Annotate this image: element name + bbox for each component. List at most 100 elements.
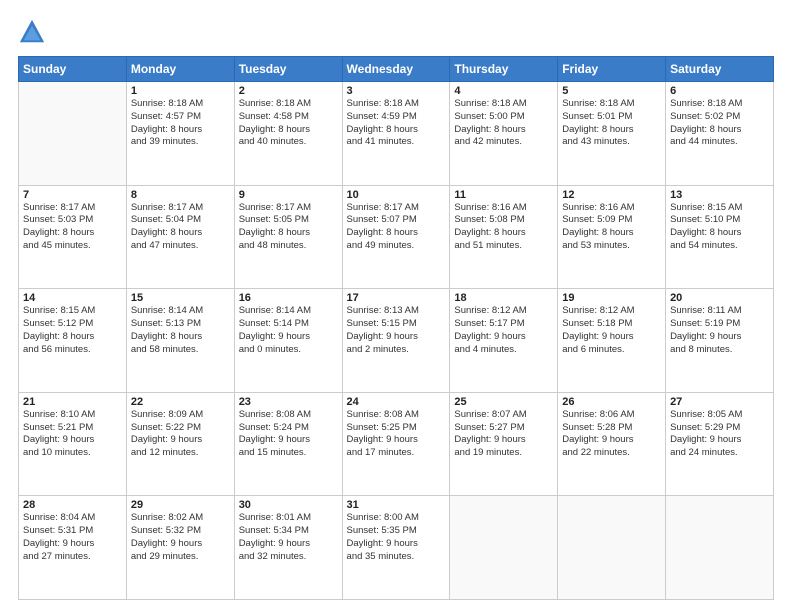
- sunset-text: Sunset: 5:05 PM: [239, 214, 338, 227]
- daylight-text-1: Daylight: 8 hours: [131, 331, 230, 344]
- sunrise-text: Sunrise: 8:17 AM: [239, 202, 338, 215]
- daylight-text-1: Daylight: 9 hours: [347, 331, 446, 344]
- calendar-week-4: 28 Sunrise: 8:04 AM Sunset: 5:31 PM Dayl…: [19, 496, 774, 600]
- calendar-cell: [558, 496, 666, 600]
- calendar-cell: 1 Sunrise: 8:18 AM Sunset: 4:57 PM Dayli…: [126, 82, 234, 186]
- daylight-text-2: and 6 minutes.: [562, 344, 661, 357]
- day-number: 1: [131, 85, 230, 97]
- sunset-text: Sunset: 4:57 PM: [131, 111, 230, 124]
- day-number: 2: [239, 85, 338, 97]
- day-number: 13: [670, 189, 769, 201]
- day-number: 15: [131, 292, 230, 304]
- calendar-week-3: 21 Sunrise: 8:10 AM Sunset: 5:21 PM Dayl…: [19, 392, 774, 496]
- daylight-text-1: Daylight: 9 hours: [454, 434, 553, 447]
- daylight-text-1: Daylight: 8 hours: [454, 227, 553, 240]
- calendar-cell: [666, 496, 774, 600]
- sunrise-text: Sunrise: 8:18 AM: [562, 98, 661, 111]
- daylight-text-1: Daylight: 8 hours: [23, 331, 122, 344]
- sunset-text: Sunset: 5:02 PM: [670, 111, 769, 124]
- sunrise-text: Sunrise: 8:07 AM: [454, 409, 553, 422]
- calendar-cell: 21 Sunrise: 8:10 AM Sunset: 5:21 PM Dayl…: [19, 392, 127, 496]
- day-number: 8: [131, 189, 230, 201]
- calendar-cell: 8 Sunrise: 8:17 AM Sunset: 5:04 PM Dayli…: [126, 185, 234, 289]
- sunset-text: Sunset: 5:35 PM: [347, 525, 446, 538]
- daylight-text-1: Daylight: 9 hours: [670, 434, 769, 447]
- calendar-header-friday: Friday: [558, 57, 666, 82]
- calendar-cell: 23 Sunrise: 8:08 AM Sunset: 5:24 PM Dayl…: [234, 392, 342, 496]
- daylight-text-2: and 10 minutes.: [23, 447, 122, 460]
- daylight-text-1: Daylight: 8 hours: [239, 124, 338, 137]
- day-number: 18: [454, 292, 553, 304]
- day-number: 20: [670, 292, 769, 304]
- sunrise-text: Sunrise: 8:15 AM: [23, 305, 122, 318]
- calendar-cell: 15 Sunrise: 8:14 AM Sunset: 5:13 PM Dayl…: [126, 289, 234, 393]
- sunset-text: Sunset: 5:15 PM: [347, 318, 446, 331]
- day-number: 29: [131, 499, 230, 511]
- sunset-text: Sunset: 5:04 PM: [131, 214, 230, 227]
- daylight-text-2: and 56 minutes.: [23, 344, 122, 357]
- day-number: 16: [239, 292, 338, 304]
- calendar-cell: 6 Sunrise: 8:18 AM Sunset: 5:02 PM Dayli…: [666, 82, 774, 186]
- day-number: 4: [454, 85, 553, 97]
- day-number: 17: [347, 292, 446, 304]
- daylight-text-2: and 54 minutes.: [670, 240, 769, 253]
- calendar-cell: 25 Sunrise: 8:07 AM Sunset: 5:27 PM Dayl…: [450, 392, 558, 496]
- calendar-cell: 19 Sunrise: 8:12 AM Sunset: 5:18 PM Dayl…: [558, 289, 666, 393]
- sunrise-text: Sunrise: 8:14 AM: [239, 305, 338, 318]
- daylight-text-1: Daylight: 9 hours: [239, 331, 338, 344]
- daylight-text-1: Daylight: 8 hours: [239, 227, 338, 240]
- day-number: 21: [23, 396, 122, 408]
- daylight-text-2: and 40 minutes.: [239, 136, 338, 149]
- daylight-text-2: and 45 minutes.: [23, 240, 122, 253]
- daylight-text-2: and 32 minutes.: [239, 551, 338, 564]
- calendar-cell: 9 Sunrise: 8:17 AM Sunset: 5:05 PM Dayli…: [234, 185, 342, 289]
- daylight-text-1: Daylight: 9 hours: [23, 538, 122, 551]
- sunrise-text: Sunrise: 8:18 AM: [239, 98, 338, 111]
- day-number: 14: [23, 292, 122, 304]
- day-number: 11: [454, 189, 553, 201]
- calendar-cell: 26 Sunrise: 8:06 AM Sunset: 5:28 PM Dayl…: [558, 392, 666, 496]
- daylight-text-2: and 49 minutes.: [347, 240, 446, 253]
- sunrise-text: Sunrise: 8:02 AM: [131, 512, 230, 525]
- daylight-text-1: Daylight: 9 hours: [239, 434, 338, 447]
- daylight-text-1: Daylight: 8 hours: [670, 124, 769, 137]
- logo: [18, 18, 50, 46]
- sunset-text: Sunset: 5:17 PM: [454, 318, 553, 331]
- daylight-text-1: Daylight: 8 hours: [454, 124, 553, 137]
- daylight-text-2: and 22 minutes.: [562, 447, 661, 460]
- daylight-text-1: Daylight: 9 hours: [239, 538, 338, 551]
- sunrise-text: Sunrise: 8:11 AM: [670, 305, 769, 318]
- calendar-header-saturday: Saturday: [666, 57, 774, 82]
- calendar-cell: 17 Sunrise: 8:13 AM Sunset: 5:15 PM Dayl…: [342, 289, 450, 393]
- sunset-text: Sunset: 5:01 PM: [562, 111, 661, 124]
- daylight-text-2: and 42 minutes.: [454, 136, 553, 149]
- sunrise-text: Sunrise: 8:10 AM: [23, 409, 122, 422]
- calendar-cell: 28 Sunrise: 8:04 AM Sunset: 5:31 PM Dayl…: [19, 496, 127, 600]
- sunset-text: Sunset: 5:19 PM: [670, 318, 769, 331]
- daylight-text-2: and 8 minutes.: [670, 344, 769, 357]
- day-number: 28: [23, 499, 122, 511]
- calendar-cell: 2 Sunrise: 8:18 AM Sunset: 4:58 PM Dayli…: [234, 82, 342, 186]
- sunrise-text: Sunrise: 8:00 AM: [347, 512, 446, 525]
- daylight-text-2: and 44 minutes.: [670, 136, 769, 149]
- daylight-text-2: and 39 minutes.: [131, 136, 230, 149]
- daylight-text-2: and 17 minutes.: [347, 447, 446, 460]
- daylight-text-1: Daylight: 9 hours: [347, 434, 446, 447]
- sunrise-text: Sunrise: 8:13 AM: [347, 305, 446, 318]
- sunrise-text: Sunrise: 8:17 AM: [347, 202, 446, 215]
- sunrise-text: Sunrise: 8:18 AM: [347, 98, 446, 111]
- calendar-header-tuesday: Tuesday: [234, 57, 342, 82]
- sunset-text: Sunset: 5:27 PM: [454, 422, 553, 435]
- day-number: 5: [562, 85, 661, 97]
- calendar-cell: 7 Sunrise: 8:17 AM Sunset: 5:03 PM Dayli…: [19, 185, 127, 289]
- sunrise-text: Sunrise: 8:16 AM: [562, 202, 661, 215]
- sunset-text: Sunset: 5:21 PM: [23, 422, 122, 435]
- day-number: 30: [239, 499, 338, 511]
- calendar-cell: 22 Sunrise: 8:09 AM Sunset: 5:22 PM Dayl…: [126, 392, 234, 496]
- daylight-text-1: Daylight: 9 hours: [562, 434, 661, 447]
- calendar-cell: 13 Sunrise: 8:15 AM Sunset: 5:10 PM Dayl…: [666, 185, 774, 289]
- calendar-cell: 24 Sunrise: 8:08 AM Sunset: 5:25 PM Dayl…: [342, 392, 450, 496]
- calendar-cell: 29 Sunrise: 8:02 AM Sunset: 5:32 PM Dayl…: [126, 496, 234, 600]
- calendar-week-2: 14 Sunrise: 8:15 AM Sunset: 5:12 PM Dayl…: [19, 289, 774, 393]
- daylight-text-2: and 2 minutes.: [347, 344, 446, 357]
